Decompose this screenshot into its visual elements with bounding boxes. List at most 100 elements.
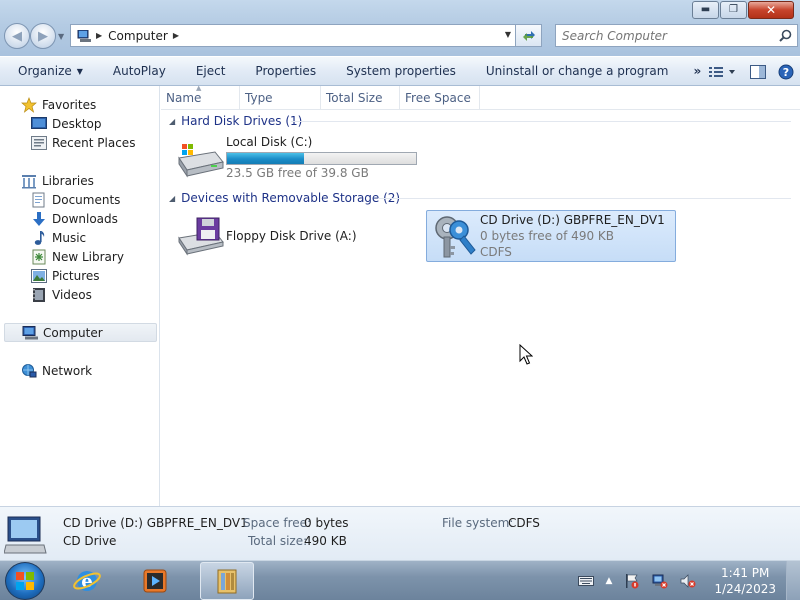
drive-tile-local-disk-c[interactable]: Local Disk (C:) 23.5 GB free of 39.8 GB xyxy=(173,132,423,184)
column-header-free-space[interactable]: Free Space xyxy=(400,86,480,110)
uninstall-program-button[interactable]: Uninstall or change a program xyxy=(471,57,684,85)
mouse-cursor-icon xyxy=(519,344,533,365)
preview-pane-button[interactable] xyxy=(744,57,772,87)
column-header-label: Free Space xyxy=(405,91,471,105)
eject-button[interactable]: Eject xyxy=(181,57,241,85)
sidebar-item-label: Downloads xyxy=(52,211,118,226)
show-hidden-icons-button[interactable]: ▲ xyxy=(606,576,613,586)
drive-tile-cd-d[interactable]: CD Drive (D:) GBPFRE_EN_DV1 0 bytes free… xyxy=(426,210,676,262)
details-item-name: CD Drive (D:) GBPFRE_EN_DV1 xyxy=(63,516,248,530)
sidebar-item-computer[interactable]: Computer xyxy=(4,323,157,342)
sidebar-item-label: Network xyxy=(42,363,93,378)
windows-logo-icon xyxy=(16,572,34,590)
address-bar[interactable]: ▶ Computer ▶ ▼ xyxy=(70,24,516,47)
windows-explorer-icon xyxy=(217,569,237,594)
refresh-button[interactable] xyxy=(516,24,542,47)
drive-name: Local Disk (C:) xyxy=(226,135,313,149)
change-view-button[interactable] xyxy=(702,57,744,87)
chevron-down-icon: ▼ xyxy=(76,66,83,76)
sidebar-item-label: Libraries xyxy=(42,173,94,188)
action-center-flag-icon[interactable] xyxy=(624,573,640,589)
sidebar-item-label: Music xyxy=(52,230,87,245)
sidebar-item-recent-places[interactable]: Recent Places xyxy=(30,133,135,152)
taskbar-media-player[interactable] xyxy=(128,562,182,600)
address-dropdown-icon[interactable]: ▼ xyxy=(505,30,511,39)
system-properties-button[interactable]: System properties xyxy=(331,57,471,85)
start-button[interactable] xyxy=(5,562,45,600)
refresh-icon xyxy=(522,30,535,41)
desktop-icon xyxy=(30,116,48,132)
window-controls: ▬ ❐ ✕ xyxy=(691,1,794,19)
sidebar-item-network[interactable]: Network xyxy=(20,361,92,380)
help-button[interactable]: ? xyxy=(772,57,800,87)
forward-button[interactable]: ▶ xyxy=(30,23,56,49)
maximize-button[interactable]: ❐ xyxy=(720,1,747,19)
sidebar-item-music[interactable]: Music xyxy=(30,228,86,247)
search-box[interactable] xyxy=(555,24,798,47)
sidebar-item-label: Documents xyxy=(52,192,121,207)
navigation-pane: Favorites Desktop Recent Places Librarie… xyxy=(0,86,160,506)
column-header-label: Name xyxy=(166,91,202,105)
group-header-removable-storage[interactable]: ◢ Devices with Removable Storage (2) xyxy=(169,189,400,207)
network-status-icon[interactable] xyxy=(652,573,668,589)
capacity-bar xyxy=(226,152,417,165)
sidebar-item-new-library[interactable]: New Library xyxy=(30,247,124,266)
taskbar: e ▲ 1:41 PM 1/24/2023 xyxy=(0,560,800,600)
organize-label: Organize xyxy=(18,64,72,78)
group-title: Devices with Removable Storage (2) xyxy=(181,191,401,205)
maximize-icon: ❐ xyxy=(729,4,738,15)
sidebar-item-pictures[interactable]: Pictures xyxy=(30,266,100,285)
window-title-bar: ▬ ❐ ✕ ◀ ▶ ▼ ▶ Computer ▶ ▼ xyxy=(0,0,800,56)
capacity-bar-fill xyxy=(227,153,305,164)
sidebar-item-desktop[interactable]: Desktop xyxy=(30,114,102,133)
organize-menu[interactable]: Organize ▼ xyxy=(0,57,98,85)
keyboard-icon[interactable] xyxy=(577,576,594,586)
search-icon[interactable] xyxy=(779,29,792,42)
collapse-triangle-icon[interactable]: ◢ xyxy=(169,194,175,203)
details-space-free-label: Space free: xyxy=(243,516,312,530)
sidebar-item-libraries[interactable]: Libraries xyxy=(20,171,94,190)
sidebar-item-videos[interactable]: Videos xyxy=(30,285,92,304)
sidebar-item-downloads[interactable]: Downloads xyxy=(30,209,118,228)
column-header-name[interactable]: ▲ Name xyxy=(161,84,240,110)
sidebar-item-label: Favorites xyxy=(42,97,97,112)
show-desktop-button[interactable] xyxy=(786,561,800,600)
back-button[interactable]: ◀ xyxy=(4,23,30,49)
sidebar-item-label: Computer xyxy=(43,325,103,340)
column-headers: ▲ Name Type Total Size Free Space xyxy=(161,84,800,110)
properties-button[interactable]: Properties xyxy=(240,57,331,85)
column-header-type[interactable]: Type xyxy=(240,86,321,110)
recent-pages-dropdown[interactable]: ▼ xyxy=(58,32,64,41)
file-list-pane: ▲ Name Type Total Size Free Space ◢ Hard… xyxy=(161,84,800,506)
hard-disk-icon xyxy=(178,144,224,178)
taskbar-internet-explorer[interactable]: e xyxy=(60,562,114,600)
breadcrumb-separator-icon[interactable]: ▶ xyxy=(96,31,102,40)
column-header-total-size[interactable]: Total Size xyxy=(321,86,400,110)
collapse-triangle-icon[interactable]: ◢ xyxy=(169,117,175,126)
cd-drive-keys-icon xyxy=(435,216,476,258)
favorites-star-icon xyxy=(20,96,38,113)
search-input[interactable] xyxy=(556,28,766,43)
taskbar-windows-explorer[interactable] xyxy=(200,562,254,600)
sidebar-item-documents[interactable]: Documents xyxy=(30,190,120,209)
sidebar-item-label: Pictures xyxy=(52,268,100,283)
details-file-system-value: CDFS xyxy=(508,516,540,530)
close-button[interactable]: ✕ xyxy=(748,1,794,19)
documents-icon xyxy=(30,192,48,208)
drive-tile-floppy-a[interactable]: Floppy Disk Drive (A:) xyxy=(173,212,423,258)
sidebar-item-label: Recent Places xyxy=(52,135,136,150)
network-icon xyxy=(20,363,38,379)
sidebar-item-label: Desktop xyxy=(52,116,102,131)
minimize-button[interactable]: ▬ xyxy=(692,1,719,19)
group-divider xyxy=(378,198,791,199)
sidebar-item-favorites[interactable]: Favorites xyxy=(20,95,96,114)
breadcrumb-computer[interactable]: Computer xyxy=(108,29,168,43)
breadcrumb-separator-icon[interactable]: ▶ xyxy=(173,31,179,40)
system-clock[interactable]: 1:41 PM 1/24/2023 xyxy=(714,565,776,597)
group-header-hard-disks[interactable]: ◢ Hard Disk Drives (1) xyxy=(169,112,302,130)
volume-muted-icon[interactable] xyxy=(680,573,696,589)
clock-time: 1:41 PM xyxy=(721,566,770,580)
autoplay-button[interactable]: AutoPlay xyxy=(98,57,181,85)
details-item-type: CD Drive xyxy=(63,534,117,548)
minimize-icon: ▬ xyxy=(700,4,711,15)
